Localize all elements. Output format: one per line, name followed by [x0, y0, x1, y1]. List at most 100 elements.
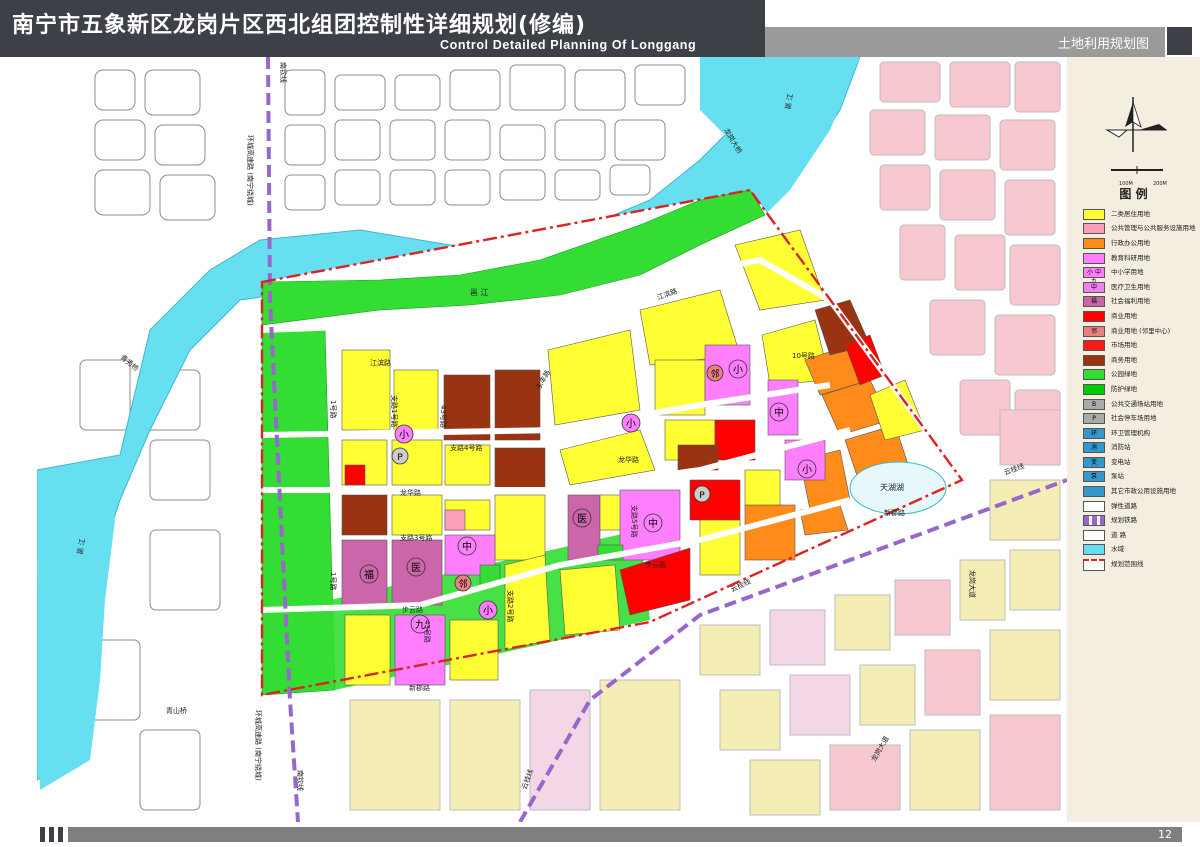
legend-swatch — [1083, 369, 1105, 381]
legend-item: 中医疗卫生用地 — [1083, 280, 1196, 295]
legend-panel: 100M 200M 图 例 二类居住用地 公共管理与公共服务设施用地 行政办公用地教… — [1067, 57, 1200, 822]
symbol-xiao-4: 小 — [483, 605, 493, 617]
symbol-lin-2: 邻 — [458, 578, 467, 590]
label-jiangbin-1: 江滨路 — [370, 358, 391, 367]
legend-label: 规划范围线 — [1111, 560, 1144, 569]
label-r43a: 43号路 — [439, 405, 448, 428]
map-title-en: Control Detailed Planning Of Longgang — [440, 38, 697, 52]
symbol-xiao-1: 小 — [399, 429, 409, 441]
legend-label: 变电站 — [1111, 457, 1131, 466]
legend-label: 水域 — [1111, 545, 1124, 554]
legend-item: 道 路 — [1083, 528, 1196, 543]
legend-label: 消防站 — [1111, 443, 1131, 452]
legend-item: 环环卫管理机构 — [1083, 426, 1196, 441]
legend-swatch — [1083, 237, 1105, 249]
legend-item: 消消防站 — [1083, 441, 1196, 456]
legend-item: 规划范围线 — [1083, 557, 1196, 572]
legend-item: 其它市政公用设施用地 — [1083, 484, 1196, 499]
subtitle-bar: 土地利用规划图 — [765, 27, 1165, 57]
label-buyun-2: 步云路 — [645, 560, 666, 569]
legend-label: 弹性道路 — [1111, 501, 1137, 510]
legend-item: 规划铁路 — [1083, 513, 1196, 528]
footer-stripe-c — [58, 827, 63, 842]
label-r10: 10号路 — [792, 351, 815, 360]
legend-swatch — [1083, 340, 1105, 352]
symbol-fu: 福 — [364, 568, 374, 581]
legend-title: 图 例 — [1119, 187, 1148, 201]
map-title-cn: 南宁市五象新区龙岗片区西北组团控制性详细规划(修编) — [12, 13, 587, 38]
legend-label: 社会福利用地 — [1111, 297, 1150, 306]
title-bar: 南宁市五象新区龙岗片区西北组团控制性详细规划(修编) Control Detai… — [0, 0, 765, 57]
legend-item: 邻商业用地 (邻里中心) — [1083, 324, 1196, 339]
north-arrow — [1105, 97, 1167, 174]
legend-label: 商务用地 — [1111, 355, 1137, 364]
legend-label: 公共管理与公共服务设施用地 — [1111, 224, 1196, 233]
legend-item: 公园绿地 — [1083, 368, 1196, 383]
map-subtitle: 土地利用规划图 — [1057, 37, 1149, 52]
symbol-zhong-2: 中 — [462, 540, 472, 553]
label-zhi4: 支路4号路 — [450, 443, 482, 452]
symbol-p-2: P — [699, 491, 705, 501]
symbol-p-1: P — [397, 453, 403, 463]
symbol-zhong-3: 中 — [648, 517, 658, 530]
label-zhilu3: 支路3号路 — [400, 533, 432, 542]
symbol-xiao-5: 小 — [802, 464, 812, 476]
symbol-xiao-2: 小 — [733, 364, 743, 376]
legend-label: 社会停车场用地 — [1111, 414, 1157, 423]
symbol-yi-1: 医 — [411, 562, 421, 574]
legend-swatch: P — [1083, 413, 1105, 425]
map-canvas[interactable]: 小 小 小 小 小 中 中 中 九 福 邻 邻 P P 医 医 邕 江 邕 江 … — [37, 57, 1067, 822]
legend-swatch: 变 — [1083, 456, 1105, 468]
footer-stripe-a — [40, 827, 45, 842]
footer-bar: 12 — [68, 827, 1182, 842]
label-zhilu5: 支路5号路 — [630, 505, 639, 537]
legend-label: 商业用地 (邻里中心) — [1111, 326, 1171, 335]
legend-label: 医疗卫生用地 — [1111, 282, 1150, 291]
legend-swatch — [1083, 252, 1105, 264]
legend-item: P 社会停车场用地 — [1083, 411, 1196, 426]
legend-item: 行政办公用地 — [1083, 236, 1196, 251]
label-longhua-1: 龙华路 — [400, 488, 421, 497]
legend-item: B 公共交通场站用地 — [1083, 397, 1196, 412]
legend-item: 防护绿地 — [1083, 382, 1196, 397]
legend-swatch — [1083, 544, 1105, 556]
legend-swatch — [1083, 354, 1105, 366]
legend-label: 公共交通场站用地 — [1111, 399, 1163, 408]
legend-swatch: 中 — [1083, 281, 1105, 293]
legend-label: 规划铁路 — [1111, 516, 1137, 525]
label-xinjun-2: 新郡路 — [884, 508, 905, 517]
symbol-yi-2: 医 — [577, 513, 587, 525]
legend-swatch: 环 — [1083, 427, 1105, 439]
legend-swatch — [1083, 500, 1105, 512]
symbol-zhong-1: 中 — [774, 406, 784, 419]
label-zhilu1: 支路1号路 — [390, 395, 399, 427]
legend-swatch — [1083, 515, 1105, 527]
legend-label: 泵站 — [1111, 472, 1124, 481]
page-number: 12 — [1158, 828, 1172, 841]
land-use-map[interactable]: 小 小 小 小 小 中 中 中 九 福 邻 邻 P P 医 医 邕 江 邕 江 … — [37, 57, 1067, 822]
label-zhilu2: 支路2号路 — [506, 590, 515, 622]
legend-item: 福社会福利用地 — [1083, 295, 1196, 310]
legend-swatch: 泵 — [1083, 471, 1105, 483]
legend-label: 其它市政公用设施用地 — [1111, 487, 1176, 496]
legend-swatch — [1083, 223, 1105, 235]
legend-swatch: 小 中 九 — [1083, 267, 1105, 285]
legend-label: 商业用地 — [1111, 311, 1137, 320]
label-huancheng-a: 环城高速路 (南宁绕城) — [246, 135, 255, 206]
corner-square — [1167, 27, 1192, 55]
legend-item: 泵泵站 — [1083, 470, 1196, 485]
label-river-1: 邕 江 — [470, 287, 489, 297]
legend-list: 二类居住用地公共管理与公共服务设施用地行政办公用地教育科研用地小 中 九中小学用… — [1083, 207, 1196, 572]
label-longhua-2: 龙华路 — [618, 455, 639, 464]
label-qingshan-bridge: 青山桥 — [166, 706, 187, 715]
symbol-xiao-3: 小 — [626, 418, 636, 430]
legend-swatch — [1083, 310, 1105, 322]
legend-swatch — [1083, 208, 1105, 220]
legend-swatch — [1083, 486, 1105, 498]
legend-swatch — [1083, 529, 1105, 541]
legend-label: 公园绿地 — [1111, 370, 1137, 379]
legend-label: 防护绿地 — [1111, 384, 1137, 393]
legend-label: 二类居住用地 — [1111, 209, 1150, 218]
legend-swatch — [1083, 383, 1105, 395]
symbol-lin-1: 邻 — [710, 368, 719, 380]
